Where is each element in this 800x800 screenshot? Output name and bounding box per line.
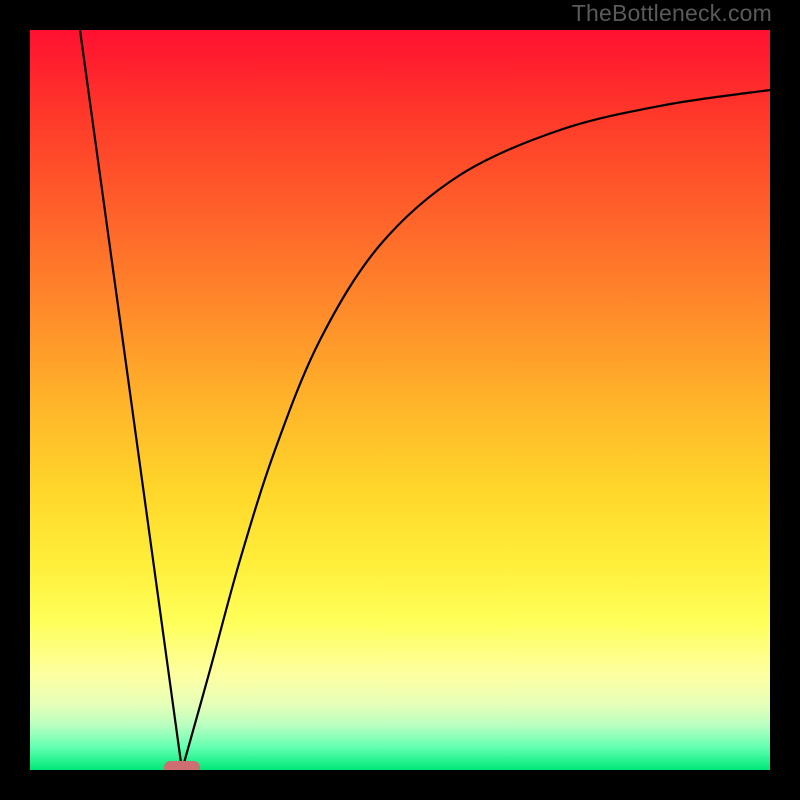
optimal-marker bbox=[164, 761, 200, 771]
plot-area bbox=[30, 30, 770, 770]
curve-path-right bbox=[182, 90, 770, 770]
watermark-text: TheBottleneck.com bbox=[572, 0, 772, 27]
chart-frame: TheBottleneck.com bbox=[0, 0, 800, 800]
curve-path-left bbox=[80, 30, 182, 770]
bottleneck-curve bbox=[30, 30, 770, 770]
